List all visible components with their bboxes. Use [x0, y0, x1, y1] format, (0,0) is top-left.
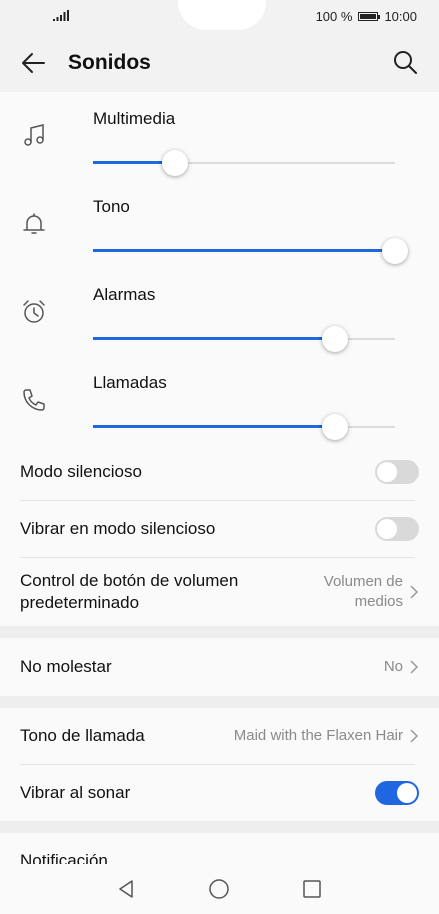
search-icon[interactable] — [392, 49, 418, 75]
chevron-right-icon — [410, 585, 419, 599]
ringtone-volume-slider[interactable] — [93, 238, 408, 264]
volume-section: Multimedia Tono Alarmas Llamadas Modo si… — [0, 92, 439, 626]
page-title: Sonidos — [68, 51, 151, 74]
notification-label: Notificación — [20, 851, 108, 864]
volume-button-control-value: Volumen de medios — [323, 573, 403, 610]
volume-label: Llamadas — [93, 373, 167, 392]
chevron-right-icon — [410, 660, 419, 674]
app-header: Sonidos — [0, 34, 439, 92]
system-navigation-bar — [0, 864, 439, 914]
back-arrow-icon[interactable] — [20, 50, 46, 76]
signal-icon — [53, 10, 69, 21]
settings-list[interactable]: Multimedia Tono Alarmas Llamadas Modo si… — [0, 92, 439, 864]
slider-fill — [93, 337, 335, 340]
vibrate-ring-row[interactable]: Vibrar al sonar — [0, 765, 439, 821]
volume-row-alarmas: Alarmas — [0, 268, 439, 356]
alarm-clock-icon — [23, 300, 45, 323]
slider-thumb[interactable] — [161, 150, 188, 176]
vibrate-silent-row[interactable]: Vibrar en modo silencioso — [0, 501, 439, 557]
volume-button-control-row[interactable]: Control de botón de volumen predetermina… — [0, 558, 439, 626]
slider-fill — [93, 249, 395, 252]
nav-back-icon[interactable] — [114, 877, 138, 901]
volume-button-control-label: Control de botón de volumen predetermina… — [20, 571, 239, 612]
phone-icon — [23, 389, 45, 411]
do-not-disturb-value: No — [383, 658, 403, 675]
camera-notch — [178, 0, 266, 30]
vibrate-ring-toggle[interactable] — [375, 781, 419, 805]
call-volume-slider[interactable] — [93, 414, 395, 440]
alarm-volume-slider[interactable] — [93, 326, 395, 352]
silent-mode-toggle[interactable] — [375, 460, 419, 484]
ringtone-section: Tono de llamada Maid with the Flaxen Hai… — [0, 708, 439, 821]
chevron-right-icon — [410, 729, 419, 743]
silent-mode-row[interactable]: Modo silencioso — [0, 444, 439, 500]
slider-thumb[interactable] — [321, 326, 348, 352]
multimedia-volume-slider[interactable] — [93, 150, 395, 176]
slider-thumb[interactable] — [382, 238, 408, 264]
notification-row[interactable]: Notificación — [0, 833, 439, 864]
do-not-disturb-row[interactable]: No molestar No — [0, 638, 439, 696]
ringtone-label: Tono de llamada — [20, 726, 145, 745]
volume-label: Alarmas — [93, 285, 156, 304]
status-bar: 100 % 10:00 — [0, 0, 439, 34]
bell-icon — [23, 213, 45, 234]
slider-fill — [93, 425, 335, 428]
vibrate-silent-label: Vibrar en modo silencioso — [20, 519, 216, 538]
battery-percentage: 100 % — [315, 9, 353, 24]
volume-label: Tono — [93, 197, 130, 216]
notification-section: Notificación — [0, 833, 439, 864]
silent-mode-label: Modo silencioso — [20, 462, 142, 481]
ringtone-row[interactable]: Tono de llamada Maid with the Flaxen Hai… — [0, 708, 439, 764]
dnd-section: No molestar No — [0, 638, 439, 696]
nav-home-icon[interactable] — [207, 877, 231, 901]
nav-recents-icon[interactable] — [300, 877, 324, 901]
ringtone-value: Maid with the Flaxen Hair — [233, 727, 403, 744]
vibrate-ring-label: Vibrar al sonar — [20, 783, 131, 802]
volume-row-llamadas: Llamadas — [0, 356, 439, 444]
status-time: 10:00 — [384, 9, 417, 24]
volume-label: Multimedia — [93, 109, 176, 128]
do-not-disturb-label: No molestar — [20, 657, 112, 676]
battery-icon — [358, 12, 381, 21]
vibrate-silent-toggle[interactable] — [375, 517, 419, 541]
music-note-icon — [24, 124, 44, 146]
volume-row-multimedia: Multimedia — [0, 92, 439, 180]
slider-thumb[interactable] — [321, 414, 348, 440]
volume-row-tono: Tono — [0, 180, 439, 268]
